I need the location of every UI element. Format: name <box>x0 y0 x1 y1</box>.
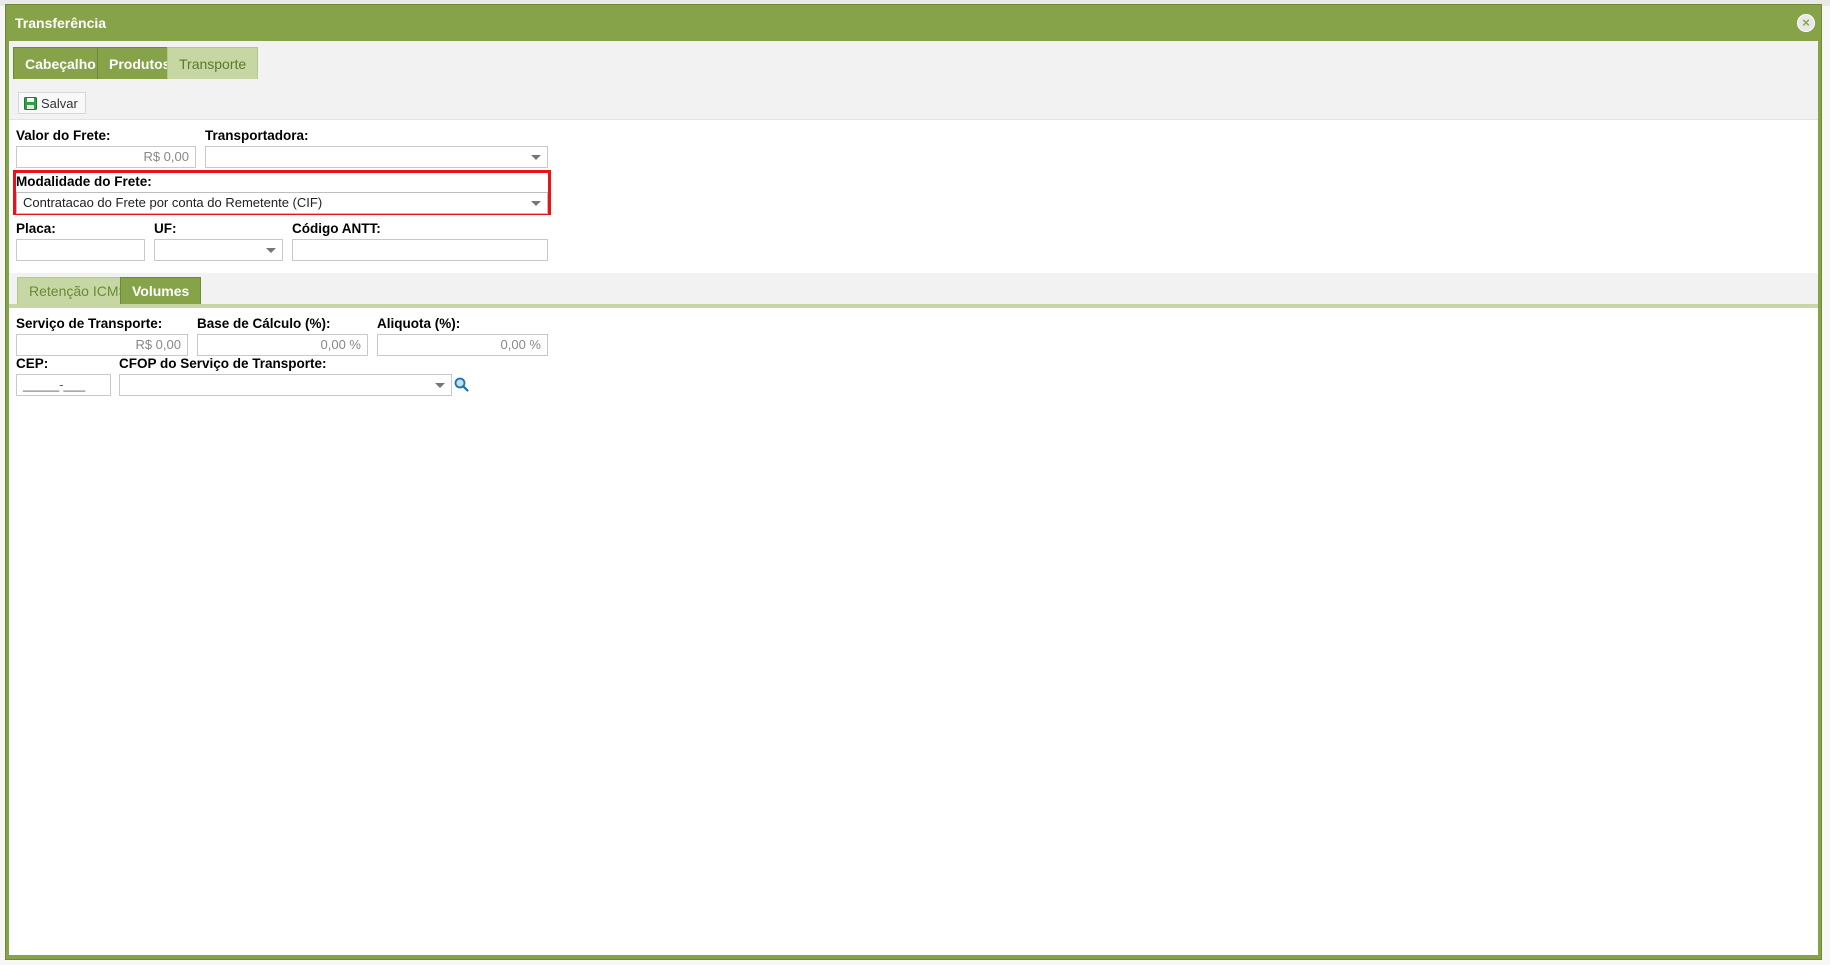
transfer-dialog: Transferência × Cabeçalho Produtos Trans… <box>5 4 1822 960</box>
aliquota-input[interactable]: 0,00 % <box>377 334 548 356</box>
save-button-label: Salvar <box>41 96 78 111</box>
save-icon <box>24 95 37 110</box>
chevron-down-icon <box>531 155 541 160</box>
sub-tabbar: Retenção ICMS Volumes <box>9 273 1818 308</box>
aliquota-label: Aliquota (%): <box>377 316 461 331</box>
search-icon[interactable] <box>452 375 472 395</box>
base-calculo-label: Base de Cálculo (%): <box>197 316 331 331</box>
main-tabbar: Cabeçalho Produtos Transporte <box>9 41 1818 89</box>
dialog-body: Cabeçalho Produtos Transporte Salvar Val… <box>9 41 1818 955</box>
cfop-select[interactable] <box>119 374 452 396</box>
tab-transporte[interactable]: Transporte <box>167 47 259 79</box>
chevron-down-icon <box>435 383 445 388</box>
save-button[interactable]: Salvar <box>18 92 86 114</box>
transportadora-select[interactable] <box>205 146 548 168</box>
chevron-down-icon <box>266 248 276 253</box>
tab-volumes[interactable]: Volumes <box>120 277 202 304</box>
valor-frete-label: Valor do Frete: <box>16 128 111 143</box>
antt-input[interactable] <box>292 239 548 261</box>
toolbar: Salvar <box>9 85 1818 120</box>
close-icon[interactable]: × <box>1797 14 1815 32</box>
cep-label: CEP: <box>16 356 49 371</box>
modalidade-label: Modalidade do Frete: <box>16 174 152 189</box>
dialog-titlebar: Transferência × <box>6 5 1821 41</box>
servico-transporte-label: Serviço de Transporte: <box>16 316 163 331</box>
chevron-down-icon <box>531 201 541 206</box>
servico-transporte-input[interactable]: R$ 0,00 <box>16 334 188 356</box>
placa-input[interactable] <box>16 239 145 261</box>
valor-frete-input[interactable]: R$ 0,00 <box>16 146 196 168</box>
base-calculo-input[interactable]: 0,00 % <box>197 334 368 356</box>
modalidade-select[interactable]: Contratacao do Frete por conta do Remete… <box>16 192 548 214</box>
cep-input[interactable]: _____-___ <box>16 374 111 396</box>
uf-select[interactable] <box>154 239 283 261</box>
placa-label: Placa: <box>16 221 56 236</box>
dialog-title: Transferência <box>15 15 107 31</box>
transportadora-label: Transportadora: <box>205 128 309 143</box>
modalidade-value: Contratacao do Frete por conta do Remete… <box>23 195 323 210</box>
antt-label: Código ANTT: <box>292 221 381 236</box>
cfop-label: CFOP do Serviço de Transporte: <box>119 356 327 371</box>
uf-label: UF: <box>154 221 177 236</box>
tab-cabecalho[interactable]: Cabeçalho <box>13 47 108 79</box>
